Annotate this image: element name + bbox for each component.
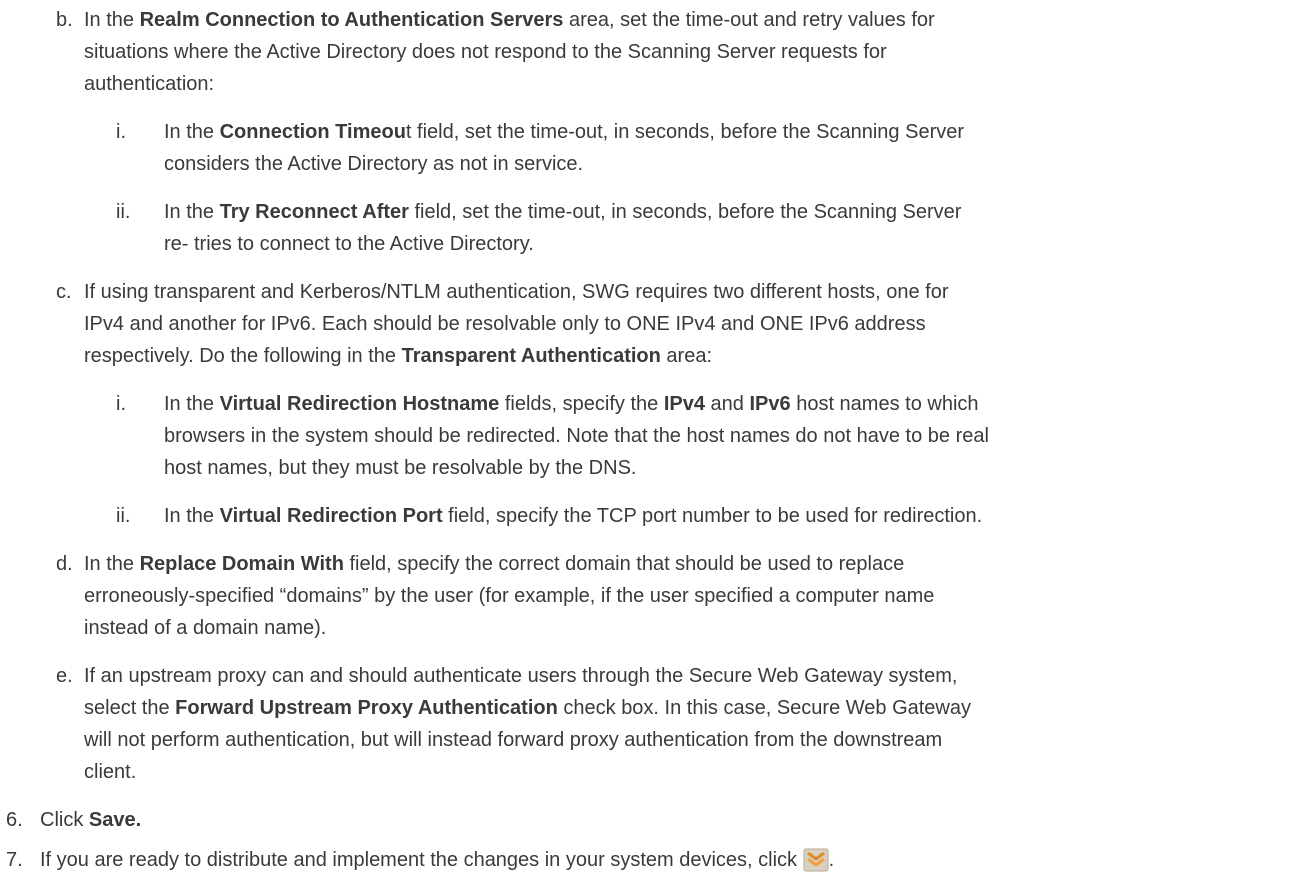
paragraph-line: If using transparent and Kerberos/NTLM a… [84,281,949,303]
paragraph-line: In the Realm Connection to Authenticatio… [84,9,935,31]
paragraph-line: In the Virtual Redirection Port field, s… [164,505,983,527]
paragraph-line: select the Forward Upstream Proxy Authen… [84,697,971,719]
step-marker: 7. [6,849,23,871]
paragraph-line: erroneously-specified “domains” by the u… [84,585,935,607]
deploy-changes-icon[interactable] [803,848,829,872]
paragraph-line: authentication: [84,73,215,95]
step-marker: 6. [6,809,23,831]
paragraph-line: considers the Active Directory as not in… [164,153,584,175]
paragraph-line: If you are ready to distribute and imple… [40,848,835,872]
subitem-marker: ii. [116,505,131,527]
paragraph-line: browsers in the system should be redirec… [164,425,989,447]
paragraph-line: host names, but they must be resolvable … [164,457,637,479]
paragraph-line: IPv4 and another for IPv6. Each should b… [84,313,926,335]
paragraph-line: respectively. Do the following in the Tr… [84,345,713,367]
subitem-marker: i. [116,121,126,143]
subitem-marker: i. [116,393,126,415]
item-marker: e. [56,665,73,687]
item-marker: d. [56,553,73,575]
item-marker: b. [56,9,73,31]
paragraph-line: If an upstream proxy can and should auth… [84,665,958,687]
paragraph-line: In the Replace Domain With field, specif… [84,553,905,575]
paragraph-line: will not perform authentication, but wil… [84,729,943,751]
subitem-marker: ii. [116,201,131,223]
paragraph-line: In the Virtual Redirection Hostname fiel… [164,393,979,415]
paragraph-line: Click Save. [40,809,142,831]
paragraph-line: In the Try Reconnect After field, set th… [164,201,962,223]
paragraph-line: In the Connection Timeout field, set the… [164,121,965,143]
item-marker: c. [56,281,72,303]
paragraph-line: situations where the Active Directory do… [84,41,887,63]
save-label: Save. [88,809,142,831]
paragraph-line: instead of a domain name). [84,617,327,639]
paragraph-line: client. [84,761,137,783]
paragraph-line: re- tries to connect to the Active Direc… [164,233,534,255]
